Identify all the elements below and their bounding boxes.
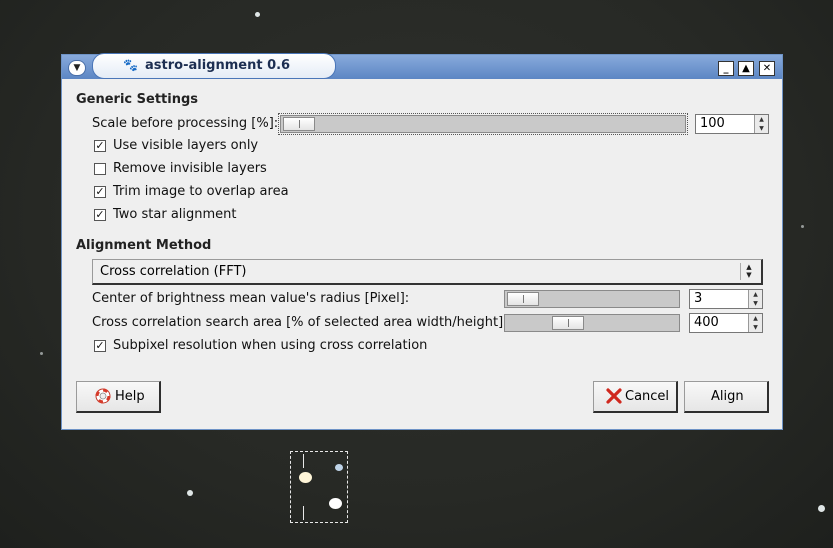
spin-arrows-icon[interactable]: ▲ ▼ bbox=[748, 290, 762, 308]
trim-image-checkbox[interactable]: ✓ bbox=[94, 186, 106, 198]
align-label[interactable]: Align bbox=[711, 389, 744, 404]
title-tab: 🐾 astro-alignment 0.6 bbox=[92, 53, 336, 79]
generic-settings-heading: Generic Settings bbox=[76, 92, 199, 107]
maximize-icon[interactable]: ▲ bbox=[738, 61, 754, 76]
alignment-method-select[interactable]: Cross correlation (FFT) ▲ ▼ bbox=[92, 259, 763, 285]
remove-invisible-layers-label[interactable]: Remove invisible layers bbox=[113, 161, 267, 176]
selection-corner bbox=[293, 506, 304, 520]
help-button[interactable]: Help bbox=[76, 381, 161, 413]
subpixel-label[interactable]: Subpixel resolution when using cross cor… bbox=[113, 338, 427, 353]
scale-slider-handle[interactable] bbox=[283, 117, 315, 131]
spin-arrows-icon[interactable]: ▲ ▼ bbox=[754, 115, 768, 133]
star bbox=[255, 12, 260, 17]
star bbox=[818, 505, 825, 512]
alignment-method-value[interactable]: Cross correlation (FFT) bbox=[100, 264, 246, 279]
cancel-icon bbox=[606, 388, 622, 404]
search-area-slider-handle[interactable] bbox=[552, 316, 584, 330]
cancel-label[interactable]: Cancel bbox=[625, 389, 669, 404]
scale-value[interactable]: 100 bbox=[700, 116, 725, 131]
search-area-label: Cross correlation search area [% of sele… bbox=[92, 315, 508, 330]
alignment-method-heading: Alignment Method bbox=[76, 238, 212, 253]
minimize-icon[interactable]: _ bbox=[718, 61, 734, 76]
use-visible-layers-checkbox[interactable]: ✓ bbox=[94, 140, 106, 152]
combo-separator bbox=[740, 263, 741, 280]
radius-slider-handle[interactable] bbox=[507, 292, 539, 306]
help-label[interactable]: Help bbox=[115, 389, 145, 404]
radius-spinbox[interactable]: 3 ▲ ▼ bbox=[689, 289, 763, 309]
scale-spinbox[interactable]: 100 ▲ ▼ bbox=[695, 114, 769, 134]
window-menu-icon[interactable]: ▼ bbox=[68, 60, 86, 76]
search-area-spinbox[interactable]: 400 ▲ ▼ bbox=[689, 313, 763, 333]
scale-label: Scale before processing [%]: bbox=[92, 116, 279, 131]
window-title: astro-alignment 0.6 bbox=[145, 58, 291, 73]
scale-slider[interactable] bbox=[278, 113, 688, 135]
gimp-icon: 🐾 bbox=[123, 58, 138, 72]
lifebuoy-icon bbox=[95, 388, 111, 404]
star bbox=[801, 225, 804, 228]
astro-alignment-dialog: ▼ 🐾 astro-alignment 0.6 _ ▲ ✕ Generic Se… bbox=[61, 53, 783, 430]
cancel-button[interactable]: Cancel bbox=[593, 381, 678, 413]
subpixel-checkbox[interactable]: ✓ bbox=[94, 340, 106, 352]
title-bar[interactable]: ▼ 🐾 astro-alignment 0.6 _ ▲ ✕ bbox=[62, 53, 782, 79]
search-area-slider[interactable] bbox=[504, 314, 680, 332]
trim-image-label[interactable]: Trim image to overlap area bbox=[113, 184, 289, 199]
align-button[interactable]: Align bbox=[684, 381, 769, 413]
radius-label: Center of brightness mean value's radius… bbox=[92, 291, 410, 306]
selection-corner bbox=[293, 454, 304, 468]
selection-rectangle[interactable] bbox=[290, 451, 348, 523]
star bbox=[187, 490, 193, 496]
star bbox=[40, 352, 43, 355]
radius-slider[interactable] bbox=[504, 290, 680, 308]
star bbox=[299, 472, 312, 483]
spin-arrows-icon[interactable]: ▲ ▼ bbox=[748, 314, 762, 332]
radius-value[interactable]: 3 bbox=[694, 291, 702, 306]
search-area-value[interactable]: 400 bbox=[694, 315, 719, 330]
two-star-alignment-label[interactable]: Two star alignment bbox=[113, 207, 237, 222]
remove-invisible-layers-checkbox[interactable] bbox=[94, 163, 106, 175]
combo-arrows-icon[interactable]: ▲ ▼ bbox=[743, 263, 755, 279]
star bbox=[335, 464, 343, 471]
use-visible-layers-label[interactable]: Use visible layers only bbox=[113, 138, 258, 153]
star bbox=[329, 498, 342, 509]
close-icon[interactable]: ✕ bbox=[759, 61, 775, 76]
two-star-alignment-checkbox[interactable]: ✓ bbox=[94, 209, 106, 221]
